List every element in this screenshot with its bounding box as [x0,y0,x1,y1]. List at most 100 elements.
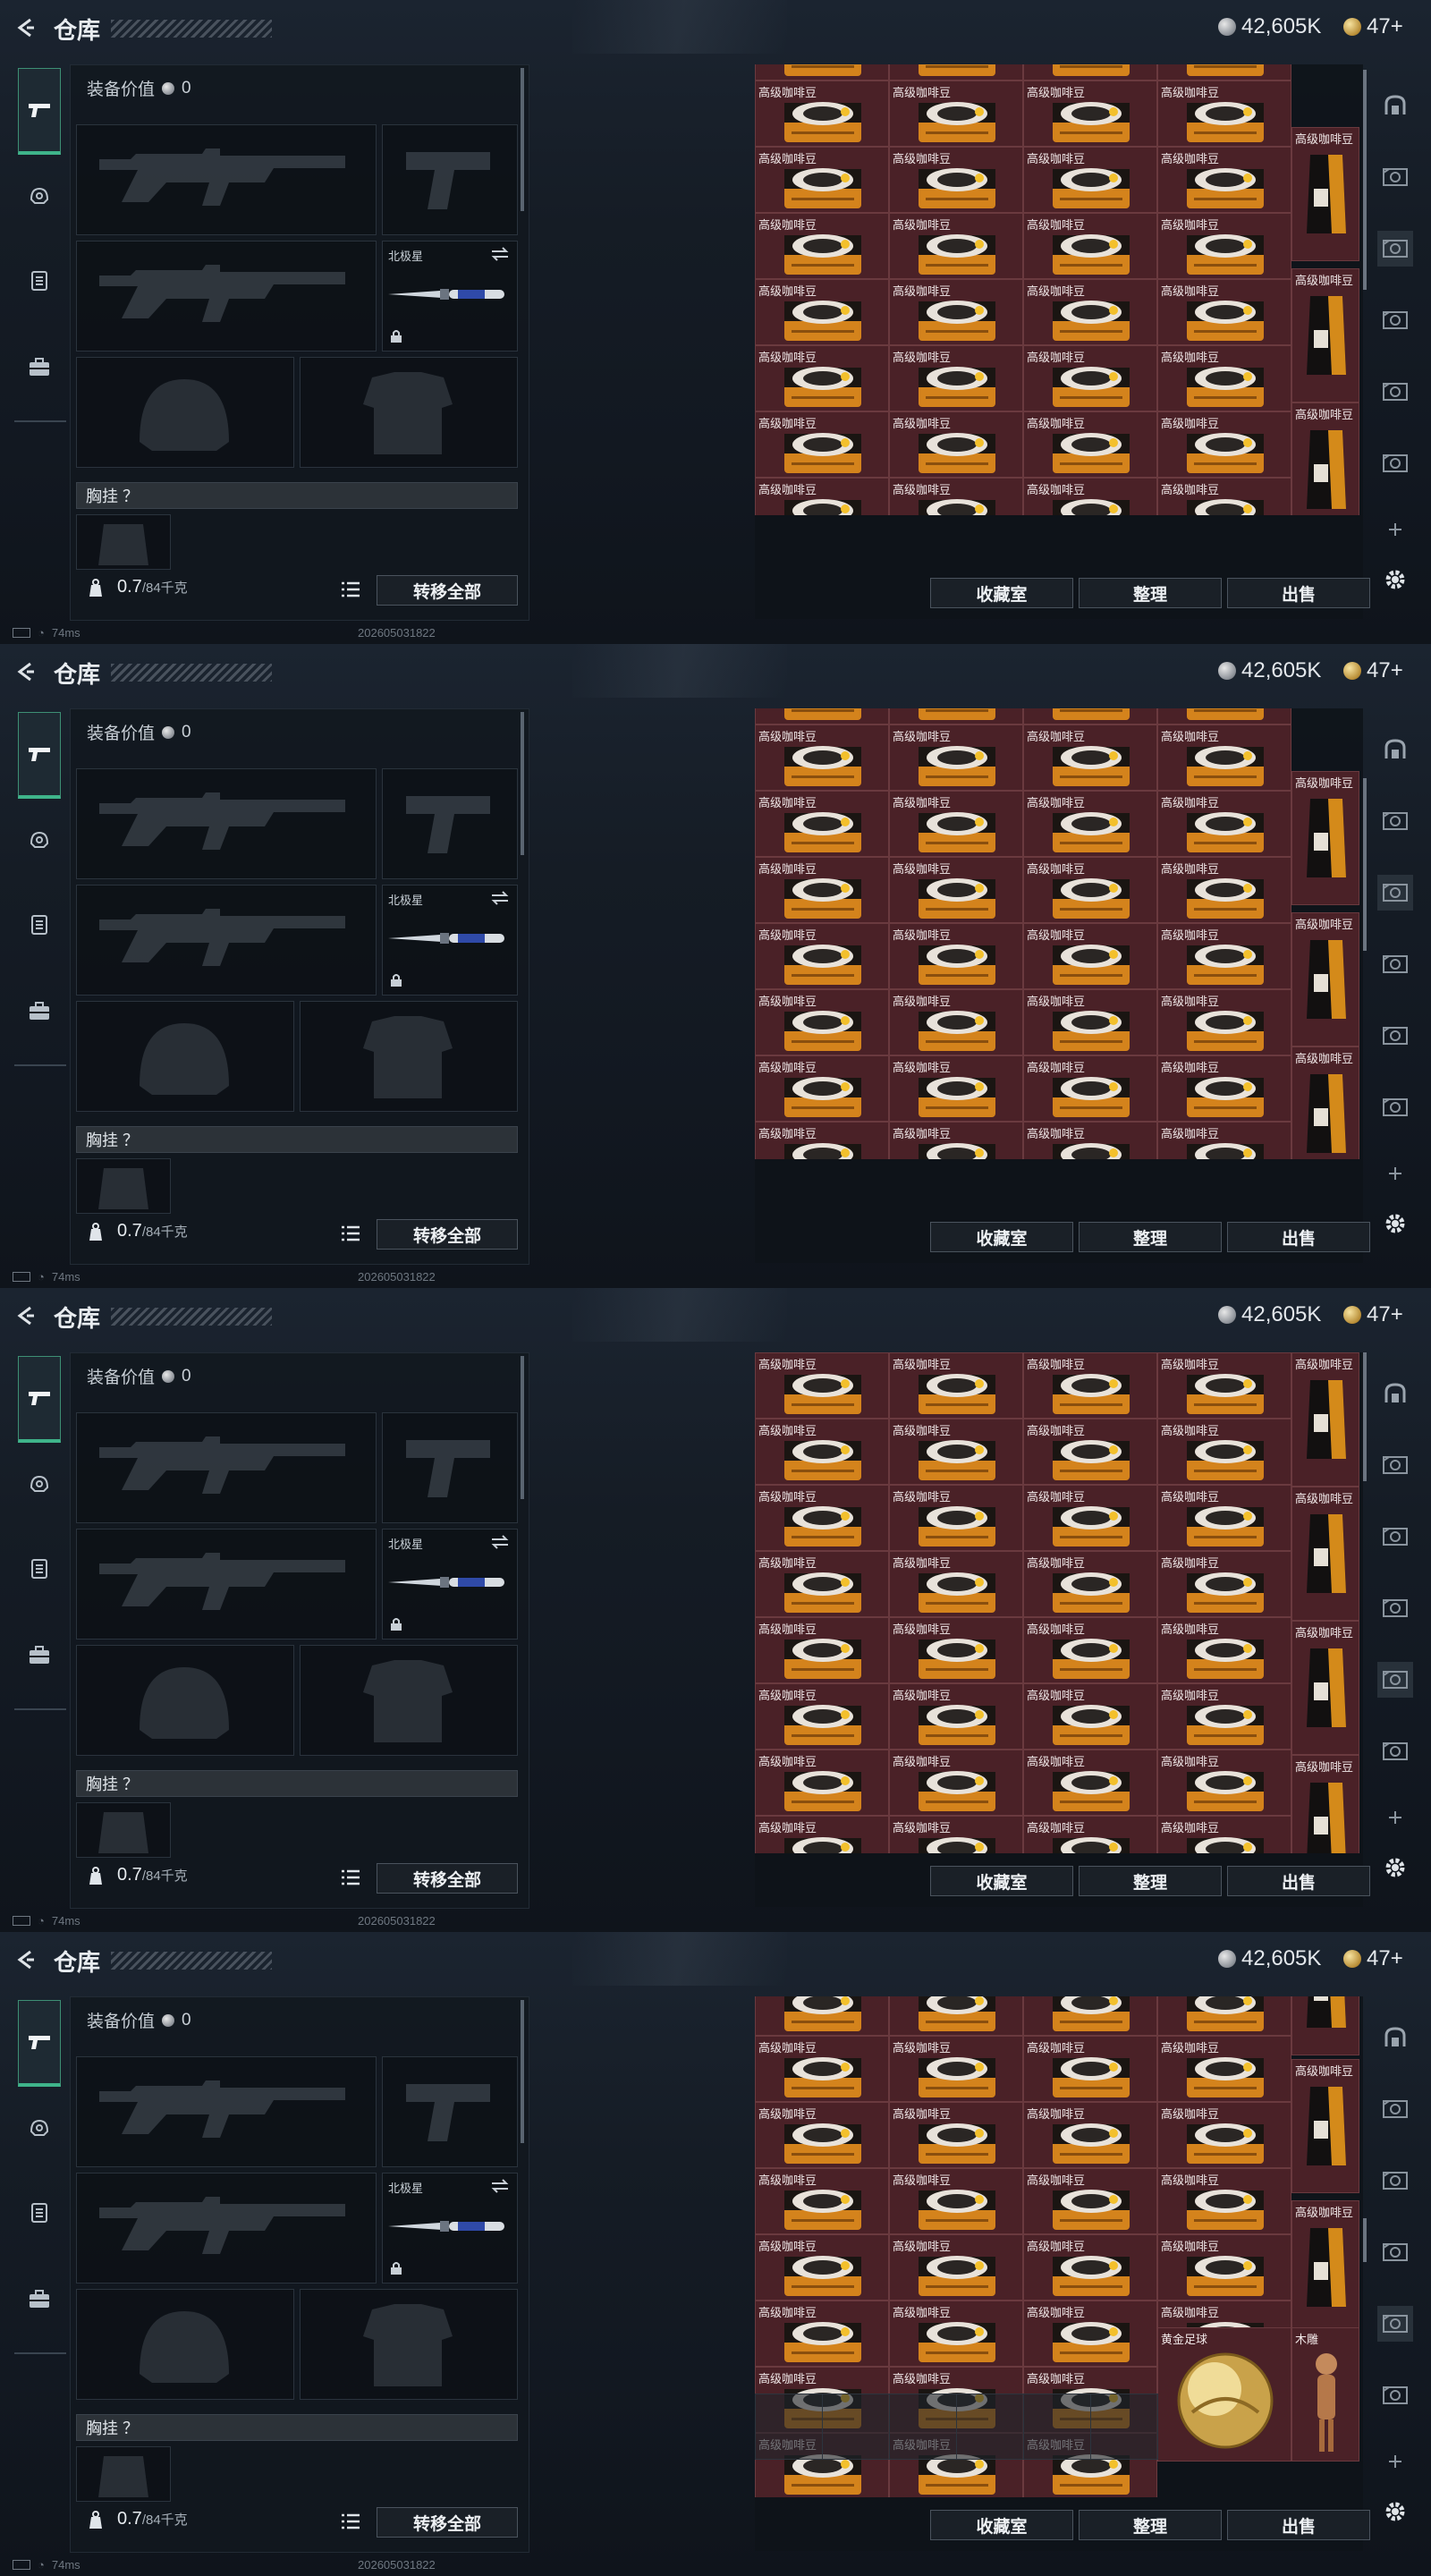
stash-item[interactable]: 高级咖啡豆 [1023,1816,1157,1853]
stash-item[interactable]: 高级咖啡豆 [1023,1055,1157,1122]
stash-item[interactable]: 高级咖啡豆 [889,1352,1023,1419]
stash-item[interactable]: 高级咖啡豆 [889,1055,1023,1122]
nav-rig[interactable] [18,259,61,302]
stash-item[interactable]: 高级咖啡豆 [889,923,1023,989]
primary-weapon-slot[interactable] [76,768,377,879]
secondary-weapon-slot[interactable] [76,2173,377,2284]
stash-item[interactable]: 高级咖啡豆 [755,345,889,411]
stash-item[interactable]: 高级咖啡豆 [1023,1750,1157,1816]
chest-rig-header[interactable]: 胸挂 ？ [76,2414,518,2441]
nav-weapons[interactable] [18,712,61,799]
stash-item[interactable]: 高级咖啡豆 [889,2168,1023,2234]
stash-item[interactable]: 高级咖啡豆 [1023,791,1157,857]
stash-item[interactable]: 高级咖啡豆 [1157,2168,1291,2234]
nav-weapons[interactable] [18,2000,61,2087]
armor-slot[interactable] [300,357,518,468]
stash-item[interactable]: 高级咖啡豆 [1157,1816,1291,1853]
stash-item[interactable]: 高级咖啡豆 [1023,147,1157,213]
stash-item[interactable]: 高级咖啡豆 [889,791,1023,857]
transfer-all-button[interactable]: 转移全部 [377,1863,518,1894]
sort-button[interactable]: 整理 [1079,1866,1222,1896]
stash-scrollbar[interactable] [1363,2218,1367,2262]
swap-icon[interactable] [490,247,510,261]
nav-stash-1[interactable] [1377,2091,1413,2127]
stash-item[interactable]: 高级咖啡豆 [889,1750,1023,1816]
stash-item[interactable]: 高级咖啡豆 [1291,2059,1359,2193]
primary-weapon-slot[interactable] [76,124,377,235]
stash-item[interactable]: 高级咖啡豆 [1157,1996,1291,2036]
stash-item[interactable]: 高级咖啡豆 [889,345,1023,411]
stash-item[interactable]: 高级咖啡豆 [1291,1487,1359,1621]
stash-item[interactable]: 高级咖啡豆 [1023,724,1157,791]
list-icon[interactable] [341,1225,360,1241]
stash-item[interactable]: 高级咖啡豆 [1023,345,1157,411]
back-icon[interactable] [16,18,36,38]
stash-item[interactable]: 高级咖啡豆 [1023,857,1157,923]
gold-currency[interactable]: 47+ [1343,1946,1403,1971]
settings-button[interactable] [1377,1850,1413,1885]
pistol-slot[interactable] [382,124,518,235]
collection-button[interactable]: 收藏室 [930,578,1073,608]
stash-item[interactable]: 高级咖啡豆 [1157,147,1291,213]
stash-item[interactable]: 高级咖啡豆 [1023,64,1157,80]
nav-stash-2[interactable] [1377,1519,1413,1555]
add-stash-button[interactable] [1377,512,1413,547]
stash-item[interactable]: 高级咖啡豆 [755,1485,889,1551]
add-stash-button[interactable] [1377,1800,1413,1835]
stash-item[interactable]: 高级咖啡豆 [889,1996,1023,2036]
stash-item[interactable]: 高级咖啡豆 [755,64,889,80]
stash-item[interactable]: 木雕 [1291,2327,1359,2462]
stash-item[interactable]: 高级咖啡豆 [755,2102,889,2168]
empty-slot[interactable] [822,2394,890,2460]
stash-item[interactable]: 高级咖啡豆 [1157,989,1291,1055]
stash-item[interactable]: 高级咖啡豆 [889,1485,1023,1551]
stash-item[interactable]: 高级咖啡豆 [755,923,889,989]
stash-item[interactable]: 高级咖啡豆 [889,1122,1023,1159]
nav-stash-3[interactable] [1377,1590,1413,1626]
stash-item[interactable]: 高级咖啡豆 [1023,1996,1157,2036]
nav-stash-2[interactable] [1377,875,1413,911]
stash-item[interactable]: 高级咖啡豆 [1157,213,1291,279]
gold-currency[interactable]: 47+ [1343,14,1403,39]
empty-slot[interactable] [1090,2394,1158,2460]
stash-item[interactable]: 高级咖啡豆 [755,1617,889,1683]
silver-currency[interactable]: 42,605K [1218,14,1321,39]
stash-item[interactable]: 高级咖啡豆 [755,411,889,478]
nav-safe[interactable] [1377,88,1413,123]
equipment-scrollbar[interactable] [521,68,524,211]
stash-item[interactable]: 高级咖啡豆 [1023,80,1157,147]
stash-item[interactable]: 高级咖啡豆 [889,1551,1023,1617]
stash-item[interactable]: 高级咖啡豆 [889,64,1023,80]
nav-backpack[interactable] [18,1633,61,1676]
collection-button[interactable]: 收藏室 [930,1222,1073,1252]
nav-backpack[interactable] [18,989,61,1032]
stash-item[interactable]: 高级咖啡豆 [1157,1617,1291,1683]
stash-item[interactable]: 高级咖啡豆 [1023,1419,1157,1485]
nav-rig[interactable] [18,903,61,946]
nav-stash-5[interactable] [1377,1089,1413,1125]
nav-stash-1[interactable] [1377,1447,1413,1483]
stash-item[interactable]: 高级咖啡豆 [1023,1683,1157,1750]
stash-item[interactable]: 高级咖啡豆 [1157,1419,1291,1485]
stash-item[interactable]: 高级咖啡豆 [1023,989,1157,1055]
stash-item[interactable]: 高级咖啡豆 [755,1352,889,1419]
sell-button[interactable]: 出售 [1227,2510,1370,2540]
helmet-slot[interactable] [76,1645,294,1756]
swap-icon[interactable] [490,891,510,905]
stash-item[interactable]: 高级咖啡豆 [1157,1352,1291,1419]
stash-item[interactable]: 高级咖啡豆 [1023,1551,1157,1617]
back-icon[interactable] [16,1950,36,1970]
stash-item[interactable]: 高级咖啡豆 [1157,923,1291,989]
nav-safe[interactable] [1377,732,1413,767]
helmet-slot[interactable] [76,2289,294,2400]
transfer-all-button[interactable]: 转移全部 [377,2507,518,2538]
stash-item[interactable]: 高级咖啡豆 [1157,64,1291,80]
stash-item[interactable]: 高级咖啡豆 [1157,80,1291,147]
stash-item[interactable]: 高级咖啡豆 [1023,2168,1157,2234]
stash-item[interactable]: 高级咖啡豆 [755,1055,889,1122]
stash-item[interactable]: 高级咖啡豆 [1023,2036,1157,2102]
pistol-slot[interactable] [382,2056,518,2167]
stash-item[interactable]: 黄金足球 [1157,2327,1291,2462]
nav-weapons[interactable] [18,1356,61,1443]
nav-backpack[interactable] [18,345,61,388]
